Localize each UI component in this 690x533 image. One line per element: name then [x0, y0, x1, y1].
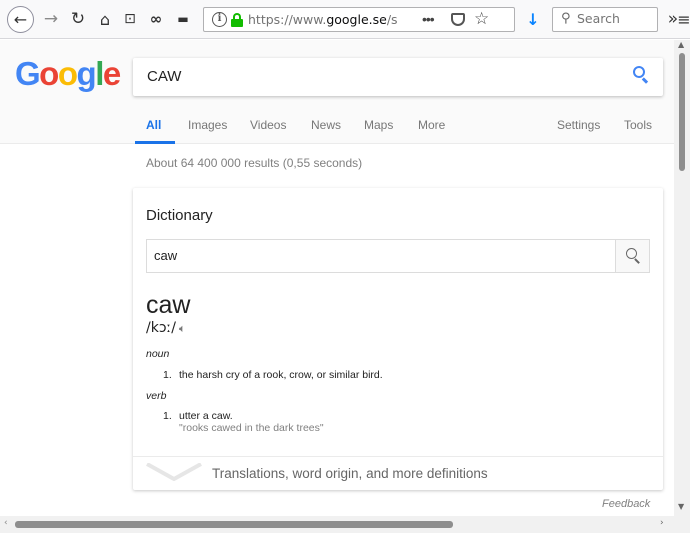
reload-icon[interactable]: ↻	[68, 8, 88, 30]
search-icon[interactable]	[633, 66, 649, 84]
sync-icon[interactable]: ⊡	[120, 8, 140, 30]
google-logo[interactable]: Google	[15, 55, 121, 93]
feedback-link[interactable]: Feedback	[602, 498, 650, 510]
part-of-speech: verb	[146, 390, 167, 402]
card-title: Dictionary	[146, 207, 213, 224]
tab-maps[interactable]: Maps	[364, 118, 393, 132]
vertical-scrollbar[interactable]: ▲ ▼	[674, 40, 690, 516]
more-definitions-link[interactable]: Translations, word origin, and more defi…	[133, 456, 663, 490]
logo-letter: o	[39, 55, 59, 92]
tab-settings[interactable]: Settings	[557, 118, 600, 132]
dictionary-card: Dictionary caw /kɔː/🔈︎ noun 1. the harsh…	[133, 188, 663, 490]
logo-letter: l	[95, 55, 104, 92]
vertical-scroll-thumb[interactable]	[679, 53, 685, 171]
speaker-icon[interactable]: 🔈︎	[179, 322, 186, 336]
definition-text: utter a caw.	[179, 410, 233, 422]
google-header: Google All Images Videos News Maps More …	[0, 40, 674, 144]
url-bar[interactable]: i https://www.google.se/search ••• ☆	[203, 7, 515, 32]
scroll-up-icon[interactable]: ▲	[678, 40, 684, 49]
tab-more[interactable]: More	[418, 118, 445, 132]
phonetic: /kɔː/🔈︎	[146, 320, 186, 336]
url-text[interactable]: https://www.google.se/search	[248, 12, 398, 27]
part-of-speech: noun	[146, 348, 170, 360]
lock-icon[interactable]	[231, 13, 243, 27]
definition-text: the harsh cry of a rook, crow, or simila…	[179, 369, 383, 381]
horizontal-scroll-thumb[interactable]	[15, 521, 453, 528]
extension-icon[interactable]: ▬	[172, 8, 194, 30]
info-icon[interactable]: i	[212, 12, 227, 27]
logo-letter: G	[15, 55, 41, 92]
browser-toolbar: ← → ↻ ⌂ ⊡ ∞ ▬ i https://www.google.se/se…	[0, 0, 690, 39]
definition-number: 1.	[163, 369, 172, 381]
scroll-left-icon[interactable]: ‹	[4, 518, 8, 528]
browser-search-box[interactable]: ⚲	[552, 7, 658, 32]
horizontal-scrollbar[interactable]: ‹ ›	[0, 516, 674, 533]
tab-videos[interactable]: Videos	[250, 118, 286, 132]
star-icon[interactable]: ☆	[474, 9, 489, 29]
search-icon: ⚲	[561, 11, 571, 26]
page-actions-icon[interactable]: •••	[422, 11, 435, 27]
tab-images[interactable]: Images	[188, 118, 227, 132]
logo-letter: e	[102, 55, 121, 92]
logo-letter: o	[57, 55, 78, 92]
definition-number: 1.	[163, 410, 172, 422]
scrollbar-corner	[674, 516, 690, 533]
tab-all[interactable]: All	[146, 118, 161, 132]
google-search-input[interactable]	[147, 68, 607, 85]
definition-example: "rooks cawed in the dark trees"	[179, 422, 324, 434]
scroll-down-icon[interactable]: ▼	[678, 502, 684, 511]
back-icon[interactable]: ←	[7, 6, 34, 33]
chevron-down-icon	[146, 463, 202, 481]
tab-news[interactable]: News	[311, 118, 341, 132]
download-icon[interactable]: ↓	[524, 8, 542, 30]
forward-icon[interactable]: →	[41, 8, 61, 30]
dictionary-search-button[interactable]	[615, 240, 649, 272]
dictionary-search-box[interactable]	[146, 239, 650, 273]
search-tabs: All Images Videos News Maps More Setting…	[0, 118, 674, 144]
browser-search-input[interactable]	[577, 11, 653, 26]
home-icon[interactable]: ⌂	[95, 8, 115, 30]
tab-tools[interactable]: Tools	[624, 118, 652, 132]
result-stats: About 64 400 000 results (0,55 seconds)	[146, 156, 363, 170]
extension-icon[interactable]: ∞	[145, 8, 167, 30]
scroll-right-icon[interactable]: ›	[660, 518, 664, 528]
google-search-box[interactable]	[133, 58, 663, 96]
more-definitions-label: Translations, word origin, and more defi…	[212, 466, 488, 481]
logo-letter: g	[76, 55, 97, 92]
active-tab-indicator	[135, 141, 175, 144]
page-content: Google All Images Videos News Maps More …	[0, 40, 674, 516]
headword: caw	[146, 291, 191, 319]
pocket-icon[interactable]	[451, 13, 465, 26]
dictionary-search-input[interactable]	[154, 248, 574, 263]
menu-icon[interactable]: ≡	[677, 8, 690, 30]
